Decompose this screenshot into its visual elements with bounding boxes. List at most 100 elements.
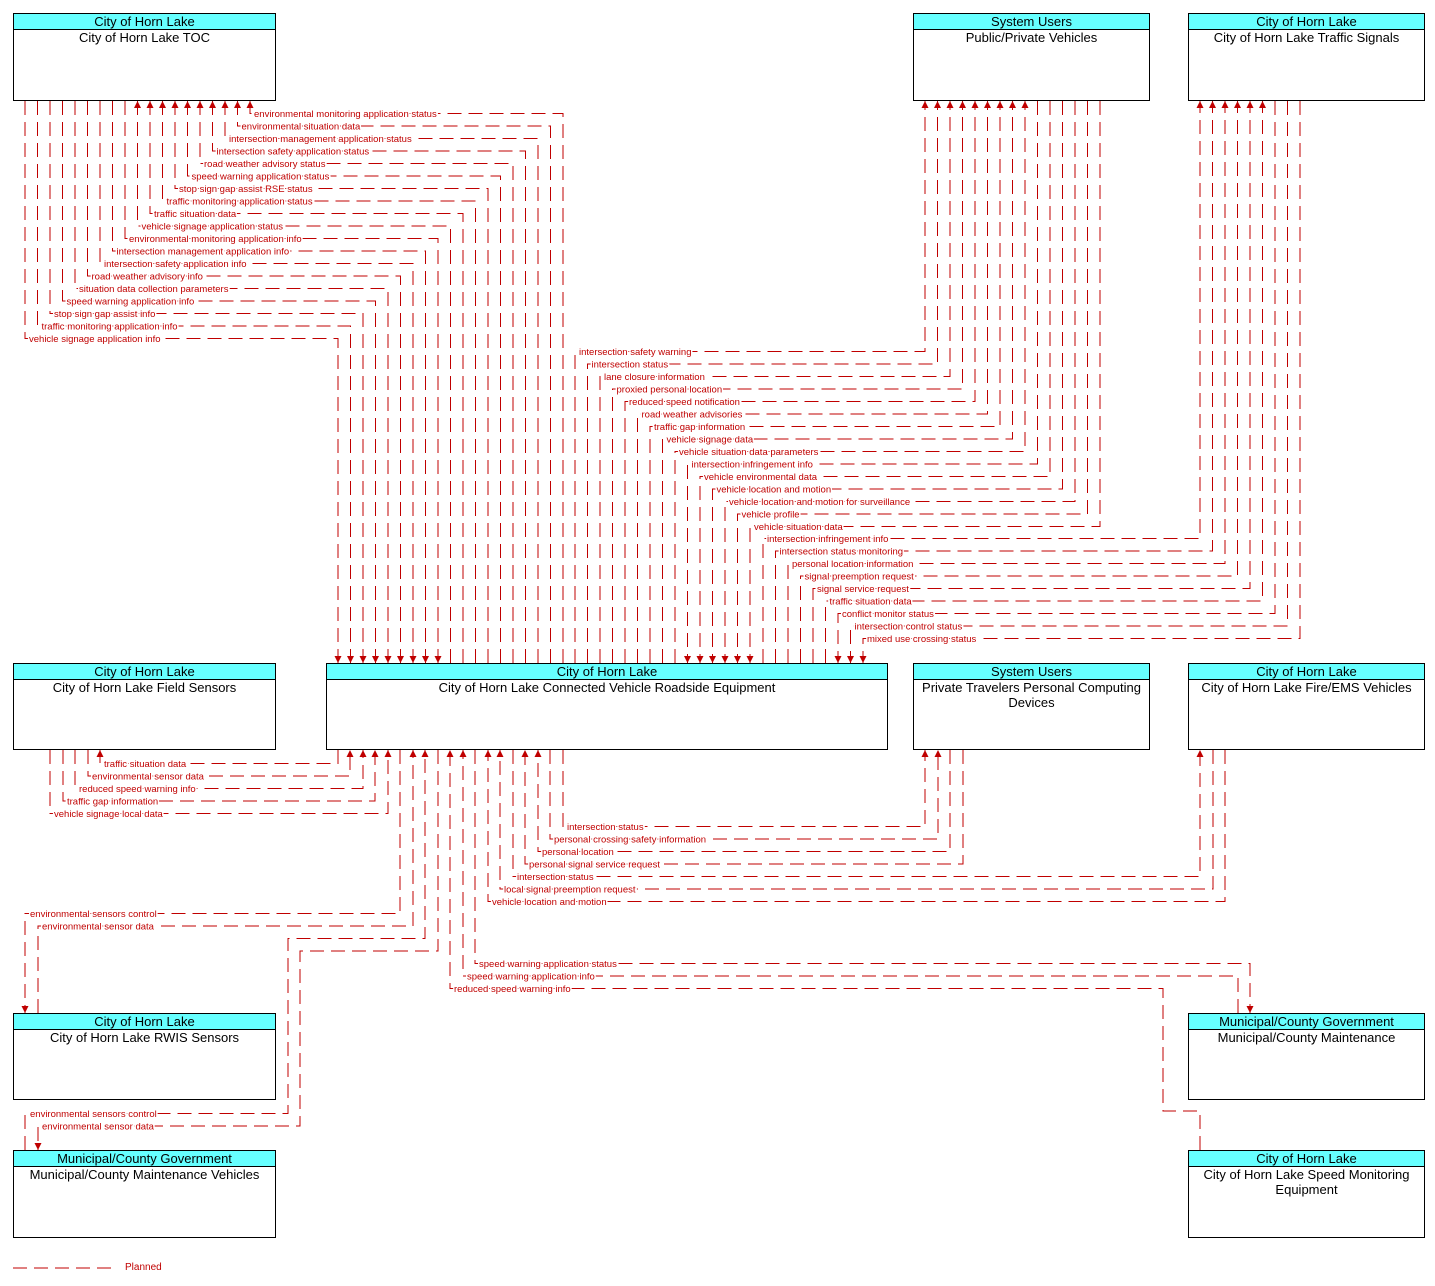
arrowhead-icon bbox=[459, 750, 467, 757]
arrowhead-icon bbox=[1209, 101, 1216, 108]
arrowhead-icon bbox=[446, 750, 454, 757]
element-category: City of Horn Lake bbox=[1189, 664, 1424, 680]
arrowhead-icon bbox=[921, 750, 929, 757]
arrowhead-icon bbox=[209, 101, 216, 108]
flow-line bbox=[862, 101, 1301, 663]
flow-cvre-to-toc[interactable]: stop sign gap assist RSE status bbox=[171, 101, 489, 663]
flow-label: signal preemption request bbox=[805, 572, 915, 583]
arrowhead-icon bbox=[1196, 750, 1204, 757]
arrowhead-icon bbox=[371, 750, 379, 757]
flow-cvre-to-fs[interactable]: traffic situation data bbox=[96, 750, 339, 772]
element-ppv[interactable]: System Users Public/Private Vehicles bbox=[913, 13, 1150, 101]
flow-sme-to-cvre[interactable]: reduced speed warning info bbox=[446, 750, 1201, 1150]
flow-label: intersection status bbox=[567, 822, 644, 833]
element-category: System Users bbox=[914, 14, 1149, 30]
flow-label: intersection safety warning bbox=[579, 347, 691, 358]
element-category: City of Horn Lake bbox=[14, 664, 275, 680]
flow-label: vehicle signage application status bbox=[142, 222, 284, 233]
arrowhead-icon bbox=[421, 750, 429, 757]
element-name: City of Horn Lake Connected Vehicle Road… bbox=[438, 680, 776, 695]
element-cvre[interactable]: City of Horn Lake City of Horn Lake Conne… bbox=[326, 663, 888, 750]
flow-label: vehicle location and motion for surveill… bbox=[729, 497, 910, 508]
flow-label: intersection safety application info bbox=[104, 259, 247, 270]
element-fs[interactable]: City of Horn Lake City of Horn Lake Field… bbox=[13, 663, 276, 750]
element-rwis[interactable]: City of Horn Lake City of Horn Lake RWIS … bbox=[13, 1013, 276, 1100]
flow-label: environmental sensor data bbox=[42, 922, 155, 933]
arrowhead-icon bbox=[859, 656, 867, 663]
element-category: City of Horn Lake bbox=[327, 664, 887, 680]
flow-label: personal location information bbox=[792, 559, 913, 570]
element-fire[interactable]: City of Horn Lake City of Horn Lake Fire/… bbox=[1188, 663, 1425, 750]
flow-ppv-to-cvre[interactable]: vehicle situation data bbox=[746, 101, 1101, 663]
flow-line bbox=[562, 750, 926, 827]
flow-label: vehicle situation data bbox=[754, 522, 843, 533]
flow-label: intersection status monitoring bbox=[780, 547, 904, 558]
arrowhead-icon bbox=[734, 656, 741, 663]
element-name: City of Horn Lake Speed Monitoring Equip… bbox=[1203, 1167, 1410, 1197]
arrowhead-icon bbox=[496, 750, 504, 757]
flow-label: environmental monitoring application sta… bbox=[254, 109, 437, 120]
element-category: City of Horn Lake bbox=[14, 14, 275, 30]
element-name: Public/Private Vehicles bbox=[965, 30, 1098, 45]
flow-label: stop sign gap assist RSE status bbox=[179, 184, 313, 195]
arrowhead-icon bbox=[434, 656, 442, 663]
flow-cvre-to-pd[interactable]: intersection status bbox=[562, 750, 929, 835]
element-category: Municipal/County Government bbox=[14, 1151, 275, 1167]
arrowhead-icon bbox=[347, 656, 354, 663]
flow-label: reduced speed warning info bbox=[454, 984, 571, 995]
flow-label: traffic situation data bbox=[830, 597, 913, 608]
flow-label: speed warning application info bbox=[67, 297, 195, 308]
arrowhead-icon bbox=[334, 656, 342, 663]
flow-label: environmental monitoring application inf… bbox=[129, 234, 302, 245]
arrowhead-icon bbox=[984, 101, 991, 108]
element-name: City of Horn Lake Traffic Signals bbox=[1213, 30, 1400, 45]
flow-label: intersection management application stat… bbox=[229, 134, 412, 145]
flow-label: traffic gap information bbox=[67, 797, 158, 808]
element-toc[interactable]: City of Horn Lake City of Horn Lake TOC bbox=[13, 13, 276, 101]
arrowhead-icon bbox=[721, 656, 729, 663]
flow-label: personal crossing safety information bbox=[554, 835, 706, 846]
element-sme[interactable]: City of Horn Lake City of Horn Lake Speed… bbox=[1188, 1150, 1425, 1238]
arrowhead-icon bbox=[934, 750, 942, 757]
element-category: City of Horn Lake bbox=[14, 1014, 275, 1030]
arrowhead-icon bbox=[921, 101, 929, 108]
flow-label: vehicle location and motion bbox=[717, 485, 832, 496]
element-ts[interactable]: City of Horn Lake City of Horn Lake Traff… bbox=[1188, 13, 1425, 101]
arrowhead-icon bbox=[484, 750, 492, 757]
arrowhead-icon bbox=[134, 101, 141, 108]
flow-label: reduced speed warning info bbox=[79, 784, 196, 795]
flow-label: lane closure information bbox=[604, 372, 705, 383]
arrowhead-icon bbox=[934, 101, 941, 108]
arrowhead-icon bbox=[21, 1006, 29, 1013]
flow-cvre-to-ts[interactable]: signal preemption request bbox=[800, 101, 1242, 663]
flow-line bbox=[850, 101, 1288, 663]
arrowhead-icon bbox=[1259, 101, 1266, 108]
flow-ts-to-cvre[interactable]: mixed use crossing status bbox=[859, 101, 1301, 663]
flow-label: intersection management application info bbox=[117, 247, 290, 258]
flow-label: speed warning application info bbox=[467, 972, 595, 983]
element-mv[interactable]: Municipal/County Government Municipal/Cou… bbox=[13, 1150, 276, 1238]
element-name: City of Horn Lake TOC bbox=[78, 30, 210, 45]
arrowhead-icon bbox=[847, 656, 854, 663]
arrowhead-icon bbox=[96, 750, 104, 757]
element-mcm[interactable]: Municipal/County Government Municipal/Cou… bbox=[1188, 1013, 1425, 1100]
arrowhead-icon bbox=[409, 656, 417, 663]
flow-label: speed warning application status bbox=[192, 172, 330, 183]
flow-label: environmental sensors control bbox=[30, 1109, 157, 1120]
element-pd[interactable]: System Users Private Travelers Personal C… bbox=[913, 663, 1150, 750]
flow-label: vehicle signage local data bbox=[54, 809, 164, 820]
flow-label: intersection infringement info bbox=[767, 534, 888, 545]
arrowhead-icon bbox=[384, 656, 392, 663]
arrowhead-icon bbox=[696, 656, 704, 663]
flow-label: traffic monitoring application status bbox=[167, 197, 313, 208]
flow-line bbox=[449, 750, 1201, 1150]
arrowhead-icon bbox=[709, 656, 716, 663]
arrowhead-icon bbox=[234, 101, 241, 108]
flow-label: traffic situation data bbox=[154, 209, 237, 220]
flow-label: stop sign gap assist info bbox=[54, 309, 155, 320]
arrowhead-icon bbox=[359, 750, 367, 757]
flow-label: signal service request bbox=[817, 584, 909, 595]
element-name: Private Travelers Personal Computing Dev… bbox=[922, 680, 1141, 710]
arrowhead-icon bbox=[221, 101, 229, 108]
element-name: City of Horn Lake RWIS Sensors bbox=[49, 1030, 240, 1045]
